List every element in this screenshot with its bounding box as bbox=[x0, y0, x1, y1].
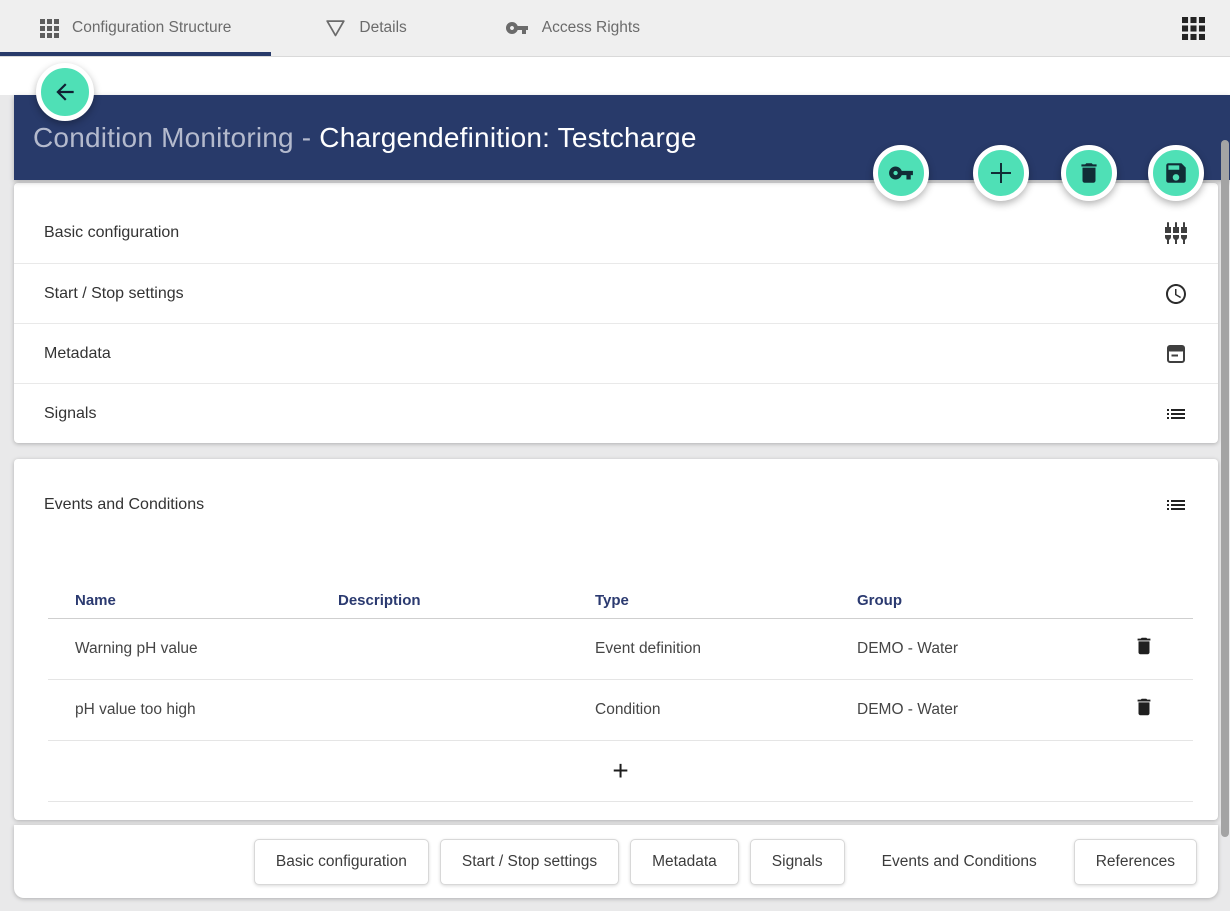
tab-access-rights[interactable]: Access Rights bbox=[481, 0, 664, 56]
column-header-name: Name bbox=[48, 584, 338, 618]
grid-icon bbox=[40, 19, 59, 38]
back-button[interactable] bbox=[36, 63, 94, 121]
cell-name: pH value too high bbox=[48, 679, 338, 740]
page-title-prefix: Condition Monitoring - bbox=[33, 122, 319, 153]
list-icon bbox=[1164, 493, 1188, 517]
add-event-button[interactable]: + bbox=[612, 757, 628, 785]
apps-menu-button[interactable] bbox=[1176, 11, 1210, 45]
cell-group: DEMO - Water bbox=[857, 679, 1077, 740]
access-rights-button[interactable] bbox=[873, 145, 929, 201]
calendar-icon bbox=[1164, 342, 1188, 366]
column-header-actions bbox=[1077, 584, 1193, 618]
tab-label: Configuration Structure bbox=[72, 19, 231, 37]
tab-details[interactable]: Details bbox=[301, 0, 430, 56]
events-card: Events and Conditions Name Description T… bbox=[14, 459, 1218, 820]
trash-icon bbox=[1076, 160, 1102, 186]
section-label: Start / Stop settings bbox=[44, 285, 184, 303]
vertical-scrollbar[interactable] bbox=[1221, 140, 1229, 837]
table-row[interactable]: pH value too high Condition DEMO - Water bbox=[48, 679, 1193, 740]
page-title: Condition Monitoring - Chargendefinition… bbox=[33, 122, 697, 154]
page-header: Condition Monitoring - Chargendefinition… bbox=[14, 95, 1230, 180]
section-metadata[interactable]: Metadata bbox=[14, 323, 1218, 383]
save-button[interactable] bbox=[1148, 145, 1204, 201]
column-header-description: Description bbox=[338, 584, 595, 618]
apps-grid-icon bbox=[1182, 17, 1205, 40]
list-icon bbox=[1164, 402, 1188, 426]
add-button[interactable] bbox=[973, 145, 1029, 201]
tab-configuration-structure[interactable]: Configuration Structure bbox=[0, 0, 271, 56]
key-icon bbox=[505, 16, 529, 40]
trash-icon bbox=[1133, 635, 1155, 657]
bottomnav-signals[interactable]: Signals bbox=[750, 839, 845, 885]
events-header[interactable]: Events and Conditions bbox=[14, 459, 1218, 517]
table-row[interactable]: Warning pH value Event definition DEMO -… bbox=[48, 618, 1193, 679]
column-header-type: Type bbox=[595, 584, 857, 618]
events-title: Events and Conditions bbox=[44, 496, 204, 514]
add-row: + bbox=[48, 740, 1193, 801]
header-gap bbox=[0, 57, 1230, 95]
events-table-header-row: Name Description Type Group bbox=[48, 584, 1193, 618]
triangle-icon bbox=[325, 19, 346, 38]
plus-icon bbox=[986, 158, 1016, 188]
section-start-stop-settings[interactable]: Start / Stop settings bbox=[14, 263, 1218, 323]
tab-label: Details bbox=[359, 19, 406, 37]
section-label: Basic configuration bbox=[44, 224, 179, 242]
config-sections-card: Basic configuration Start / Stop setting… bbox=[14, 183, 1218, 443]
cell-type: Condition bbox=[595, 679, 857, 740]
save-icon bbox=[1163, 160, 1189, 186]
top-tab-bar: Configuration Structure Details Access R… bbox=[0, 0, 1230, 57]
bottomnav-references[interactable]: References bbox=[1074, 839, 1197, 885]
column-header-group: Group bbox=[857, 584, 1077, 618]
bottomnav-basic-configuration[interactable]: Basic configuration bbox=[254, 839, 429, 885]
delete-row-button[interactable] bbox=[1133, 696, 1155, 718]
bottom-section-nav: Basic configuration Start / Stop setting… bbox=[14, 825, 1218, 898]
section-signals[interactable]: Signals bbox=[14, 383, 1218, 443]
bottomnav-metadata[interactable]: Metadata bbox=[630, 839, 739, 885]
key-icon bbox=[888, 160, 914, 186]
section-label: Metadata bbox=[44, 345, 111, 363]
page-title-main: Chargendefinition: Testcharge bbox=[319, 122, 696, 153]
section-label: Signals bbox=[44, 405, 96, 423]
events-table: Name Description Type Group Warning pH v… bbox=[48, 584, 1193, 802]
sliders-icon bbox=[1164, 221, 1188, 245]
cell-group: DEMO - Water bbox=[857, 618, 1077, 679]
cell-description bbox=[338, 679, 595, 740]
delete-button[interactable] bbox=[1061, 145, 1117, 201]
arrow-left-icon bbox=[52, 79, 78, 105]
clock-icon bbox=[1164, 282, 1188, 306]
cell-type: Event definition bbox=[595, 618, 857, 679]
cell-name: Warning pH value bbox=[48, 618, 338, 679]
bottomnav-events-and-conditions[interactable]: Events and Conditions bbox=[856, 839, 1063, 885]
cell-description bbox=[338, 618, 595, 679]
trash-icon bbox=[1133, 696, 1155, 718]
delete-row-button[interactable] bbox=[1133, 635, 1155, 657]
tab-label: Access Rights bbox=[542, 19, 640, 37]
bottomnav-start-stop-settings[interactable]: Start / Stop settings bbox=[440, 839, 619, 885]
section-basic-configuration[interactable]: Basic configuration bbox=[14, 203, 1218, 263]
